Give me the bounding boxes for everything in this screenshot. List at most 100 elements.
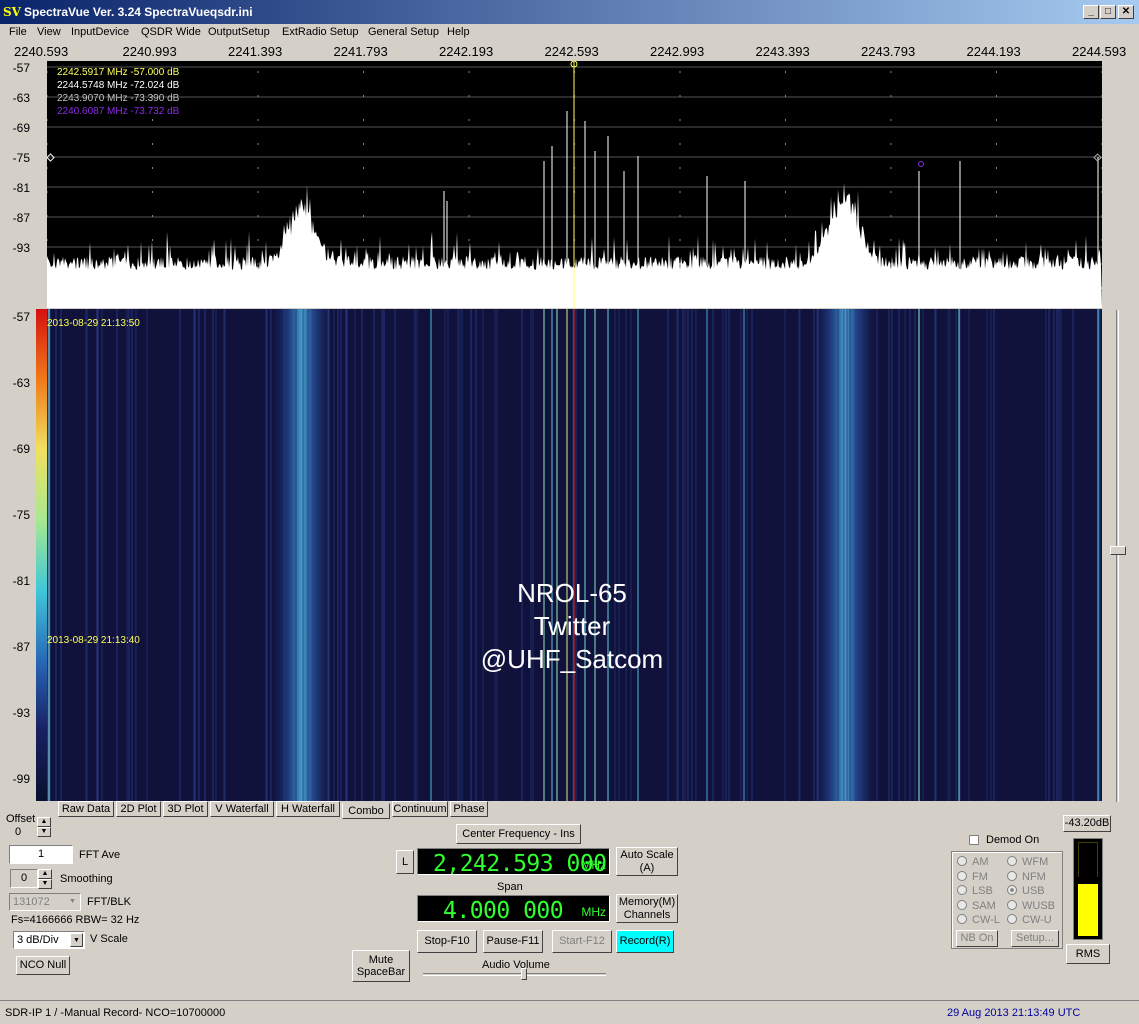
marker-readout: 2243.9070 MHz -73.390 dB — [57, 93, 180, 104]
demod-radio-am[interactable]: AM — [957, 856, 989, 868]
spectrum-y-label: -57 — [12, 61, 30, 75]
menu-outputsetup[interactable]: OutputSetup — [208, 26, 270, 38]
chevron-down-icon[interactable]: ▼ — [66, 895, 79, 909]
demod-on-label: Demod On — [986, 834, 1040, 846]
freq-tick-label: 2241.393 — [228, 44, 283, 59]
start-button[interactable]: Start-F12 — [552, 930, 612, 953]
audio-volume-thumb[interactable] — [521, 968, 527, 980]
demod-radio-wfm[interactable]: WFM — [1007, 856, 1048, 868]
waterfall-display[interactable]: 2013-08-29 21:13:50 2013-08-29 21:13:40 … — [47, 309, 1102, 801]
memory-channels-button[interactable]: Memory(M) Channels — [616, 894, 678, 923]
demod-radio-cw-l[interactable]: CW-L — [957, 914, 1000, 926]
mute-button[interactable]: Mute SpaceBar — [352, 950, 410, 982]
fft-ave-input[interactable]: 1 — [9, 845, 73, 864]
waterfall-y-label: -75 — [12, 508, 30, 522]
frequency-unit: MHz — [581, 858, 606, 872]
overlay-text: NROL-65 Twitter @UHF_Satcom — [447, 577, 697, 676]
waterfall-image — [47, 309, 1101, 801]
freq-tick-label: 2242.993 — [650, 44, 705, 59]
overlay-line: NROL-65 — [517, 578, 627, 608]
menu-view[interactable]: View — [37, 26, 61, 38]
chevron-down-icon[interactable]: ▼ — [70, 933, 83, 947]
menu-qsdr-wide[interactable]: QSDR Wide — [141, 26, 201, 38]
freq-tick-label: 2241.793 — [333, 44, 388, 59]
stop-button[interactable]: Stop-F10 — [417, 930, 477, 953]
tab-h-waterfall[interactable]: H Waterfall — [276, 801, 340, 817]
status-left: SDR-IP 1 / -Manual Record- NCO=10700000 — [5, 1007, 226, 1019]
l-button[interactable]: L — [396, 850, 414, 874]
vscale-value: 3 dB/Div — [17, 934, 59, 946]
freq-tick-label: 2243.393 — [755, 44, 810, 59]
fft-blk-select[interactable]: 131072 ▼ — [9, 893, 81, 911]
demod-on-checkbox[interactable] — [969, 835, 979, 845]
vscale-select[interactable]: 3 dB/Div ▼ — [13, 931, 85, 949]
slider-thumb[interactable] — [1110, 546, 1126, 555]
center-frequency-button[interactable]: Center Frequency - Ins — [456, 824, 581, 844]
smoothing-label: Smoothing — [60, 873, 113, 885]
nb-on-button[interactable]: NB On — [956, 930, 998, 947]
frequency-display[interactable]: 2,242.593 000 MHz — [417, 848, 610, 877]
close-button[interactable]: ✕ — [1118, 5, 1134, 19]
menu-general-setup[interactable]: General Setup — [368, 26, 439, 38]
smoothing-down-button[interactable]: ▼ — [38, 879, 52, 889]
menu-help[interactable]: Help — [447, 26, 470, 38]
record-button[interactable]: Record(R) — [616, 930, 674, 953]
demod-radio-usb[interactable]: USB — [1007, 885, 1045, 897]
tab-2d-plot[interactable]: 2D Plot — [116, 801, 161, 817]
demod-radio-fm[interactable]: FM — [957, 870, 988, 883]
demod-radio-nfm[interactable]: NFM — [1007, 870, 1046, 883]
span-display[interactable]: 4.000 000 MHz — [417, 895, 610, 924]
tab-raw-data[interactable]: Raw Data — [58, 801, 114, 817]
spectrum-plot[interactable]: 2242.5917 MHz -57.000 dB 2244.5748 MHz -7… — [47, 61, 1102, 308]
span-label: Span — [497, 881, 523, 893]
auto-scale-button[interactable]: Auto Scale (A) — [616, 847, 678, 876]
pause-button[interactable]: Pause-F11 — [483, 930, 543, 953]
spectrum-y-label: -93 — [12, 241, 30, 255]
tab-combo[interactable]: Combo — [342, 803, 390, 819]
title-bar: SV SpectraVue Ver. 3.24 SpectraVueqsdr.i… — [0, 0, 1139, 24]
rms-button[interactable]: RMS — [1066, 944, 1110, 964]
setup-button[interactable]: Setup... — [1011, 930, 1059, 947]
demod-radio-cw-u[interactable]: CW-U — [1007, 914, 1052, 926]
demod-radio-wusb[interactable]: WUSB — [1007, 899, 1055, 912]
spectrum-y-label: -69 — [12, 121, 30, 135]
vertical-slider[interactable] — [1110, 310, 1126, 802]
waterfall-timestamp: 2013-08-29 21:13:40 — [47, 635, 140, 646]
minimize-button[interactable]: _ — [1083, 5, 1099, 19]
tab-v-waterfall[interactable]: V Waterfall — [210, 801, 274, 817]
tab-phase[interactable]: Phase — [450, 801, 488, 817]
tab-continuum[interactable]: Continuum — [392, 801, 448, 817]
menu-file[interactable]: File — [9, 26, 27, 38]
offset-down-button[interactable]: ▼ — [37, 827, 51, 837]
freq-tick-label: 2242.193 — [439, 44, 494, 59]
waterfall-color-scale — [36, 309, 47, 801]
waterfall-y-label: -87 — [12, 640, 30, 654]
audio-volume-slider[interactable] — [423, 973, 606, 976]
freq-tick-label: 2243.793 — [861, 44, 916, 59]
demod-radio-lsb[interactable]: LSB — [957, 885, 993, 897]
nco-null-button[interactable]: NCO Null — [16, 956, 70, 975]
overlay-line: Twitter — [533, 611, 611, 641]
maximize-button[interactable]: □ — [1100, 5, 1116, 19]
smoothing-input[interactable]: 0 — [10, 869, 38, 888]
menu-inputdevice[interactable]: InputDevice — [71, 26, 129, 38]
spectrum-y-label: -63 — [12, 91, 30, 105]
menu-extradio-setup[interactable]: ExtRadio Setup — [282, 26, 358, 38]
tab-3d-plot[interactable]: 3D Plot — [163, 801, 208, 817]
smoothing-up-button[interactable]: ▲ — [38, 869, 52, 879]
offset-up-button[interactable]: ▲ — [37, 817, 51, 827]
signal-meter-bar — [1078, 884, 1098, 936]
waterfall-timestamp: 2013-08-29 21:13:50 — [47, 318, 140, 329]
fs-info: Fs=4166666 RBW= 32 Hz — [11, 914, 140, 926]
span-value: 4.000 000 — [443, 898, 564, 924]
marker-readout: 2244.5748 MHz -72.024 dB — [57, 80, 180, 91]
audio-volume-label: Audio Volume — [482, 959, 550, 971]
fft-blk-value: 131072 — [13, 896, 50, 908]
window-title: SpectraVue Ver. 3.24 SpectraVueqsdr.ini — [24, 5, 253, 19]
waterfall-y-label: -63 — [12, 376, 30, 390]
freq-tick-label: 2244.193 — [966, 44, 1021, 59]
offset-label: Offset — [6, 813, 36, 825]
span-unit: MHz — [581, 905, 606, 919]
waterfall-y-label: -69 — [12, 442, 30, 456]
demod-radio-sam[interactable]: SAM — [957, 899, 996, 912]
